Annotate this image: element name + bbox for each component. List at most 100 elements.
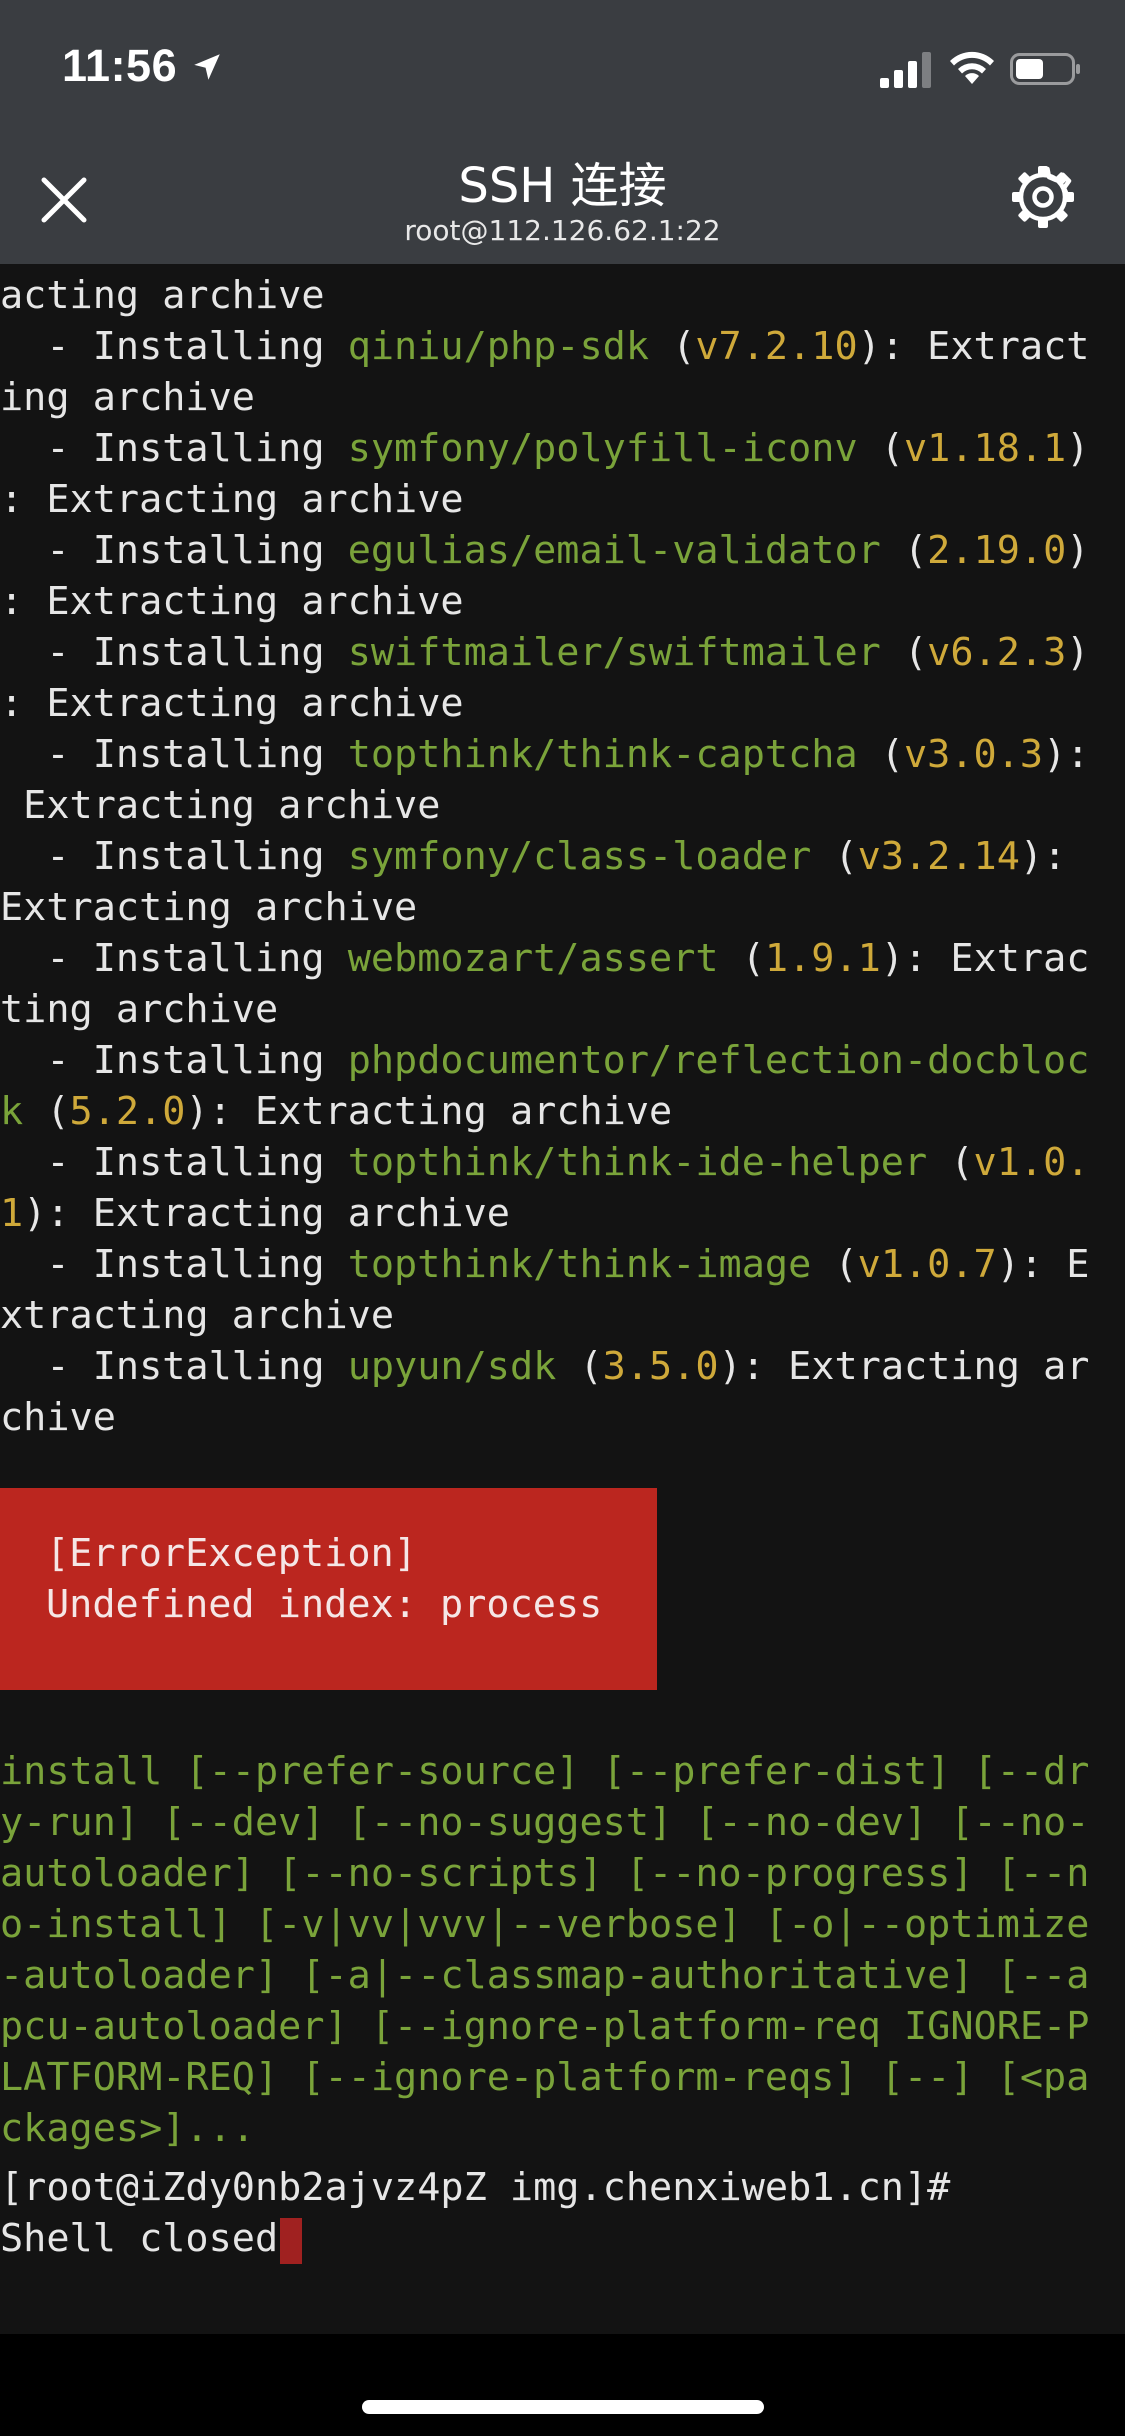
location-arrow-icon	[194, 54, 220, 80]
log-line: - Installing qiniu/php-sdk (v7.2.10): Ex…	[0, 321, 1089, 372]
log-line: - Installing egulias/email-validator (2.…	[0, 525, 1089, 576]
log-text: - Installing	[0, 936, 348, 981]
battery-icon	[1010, 53, 1080, 85]
log-text: Extracting archive	[0, 885, 418, 930]
log-text: - Installing	[0, 426, 348, 471]
gear-icon[interactable]	[1010, 164, 1076, 230]
log-text: ): Extracting archive	[185, 1089, 673, 1134]
log-line: acting archive	[0, 270, 325, 321]
log-text: )	[1066, 426, 1090, 471]
log-line: - Installing topthink/think-image (v1.0.…	[0, 1239, 1089, 1290]
shell-prompt: [root@iZdy0nb2ajvz4pZ img.chenxiweb1.cn]…	[0, 2165, 951, 2210]
log-line: - Installing swiftmailer/swiftmailer (v6…	[0, 627, 1089, 678]
package-version: 3.5.0	[602, 1344, 719, 1389]
log-line: 1): Extracting archive	[0, 1188, 510, 1239]
status-bar: 11:56	[0, 0, 1125, 140]
shell-closed-line: Shell closed	[0, 2213, 303, 2264]
log-text: - Installing	[0, 1038, 348, 1083]
package-version: 1	[0, 1191, 24, 1236]
log-line: - Installing upyun/sdk (3.5.0): Extracti…	[0, 1341, 1089, 1392]
log-text: ): Extrac	[880, 936, 1090, 981]
log-text: - Installing	[0, 528, 348, 573]
package-name: topthink/think-image	[347, 1242, 812, 1287]
log-line: - Installing phpdocumentor/reflection-do…	[0, 1035, 1089, 1086]
page-title: SSH 连接	[458, 158, 667, 214]
package-name: webmozart/assert	[347, 936, 719, 981]
log-text: (	[718, 936, 765, 981]
home-bar	[0, 2334, 1125, 2436]
log-text: (	[23, 1089, 70, 1134]
log-line: Extracting archive	[0, 882, 417, 933]
package-version: v1.0.7	[857, 1242, 997, 1287]
shell-closed-text: Shell closed	[0, 2216, 279, 2261]
log-text: (	[857, 426, 904, 471]
log-text: (	[880, 630, 928, 675]
log-text: (	[811, 834, 858, 879]
status-time: 11:56	[62, 40, 178, 91]
log-text: - Installing	[0, 834, 348, 879]
log-text: : Extracting archive	[0, 579, 464, 624]
log-line: - Installing symfony/class-loader (v3.2.…	[0, 831, 1066, 882]
package-name: qiniu/php-sdk	[347, 324, 650, 369]
terminal-output[interactable]: acting archive - Installing qiniu/php-sd…	[0, 264, 1125, 2334]
package-version: 2.19.0	[927, 528, 1067, 573]
log-text: : Extracting archive	[0, 681, 464, 726]
log-text: : Extracting archive	[0, 477, 464, 522]
log-text: )	[1066, 630, 1090, 675]
usage-line: o-install] [-v|vv|vvv|--verbose] [-o|--o…	[0, 1902, 1090, 1947]
package-version: v3.2.14	[857, 834, 1020, 879]
package-name: symfony/polyfill-iconv	[347, 426, 858, 471]
usage-line: -autoloader] [-a|--classmap-authoritativ…	[0, 1953, 1090, 1998]
log-text: ): Extract	[857, 324, 1090, 369]
log-text: (	[649, 324, 696, 369]
error-type: [ErrorException]	[46, 1531, 417, 1576]
usage-line: y-run] [--dev] [--no-suggest] [--no-dev]…	[0, 1800, 1090, 1845]
wifi-icon	[950, 51, 994, 84]
log-line: k (5.2.0): Extracting archive	[0, 1086, 672, 1137]
log-text: (	[927, 1140, 974, 1185]
package-version: v1.0.	[973, 1140, 1090, 1185]
log-text: - Installing	[0, 1140, 348, 1185]
log-text: ): Extracting archive	[23, 1191, 510, 1236]
package-name: egulias/email-validator	[347, 528, 881, 573]
usage-line: pcu-autoloader] [--ignore-platform-req I…	[0, 2004, 1090, 2049]
package-version: v1.18.1	[903, 426, 1067, 471]
log-line: - Installing symfony/polyfill-iconv (v1.…	[0, 423, 1089, 474]
package-name: phpdocumentor/reflection-docbloc	[347, 1038, 1090, 1083]
log-text: (	[857, 732, 904, 777]
log-text: ): Extracting ar	[718, 1344, 1090, 1389]
usage-line: LATFORM-REQ] [--ignore-platform-reqs] [-…	[0, 2055, 1090, 2100]
home-indicator[interactable]	[362, 2400, 764, 2414]
log-line: - Installing topthink/think-captcha (v3.…	[0, 729, 1089, 780]
log-text: ):	[1019, 834, 1067, 879]
package-name: topthink/think-captcha	[347, 732, 858, 777]
log-line: : Extracting archive	[0, 474, 464, 525]
usage-line: autoloader] [--no-scripts] [--no-progres…	[0, 1851, 1090, 1896]
package-version: 1.9.1	[764, 936, 881, 981]
package-name: symfony/class-loader	[347, 834, 812, 879]
connection-subtitle: root@112.126.62.1:22	[404, 214, 721, 247]
cellular-signal-icon	[880, 52, 931, 88]
log-text: - Installing	[0, 1242, 348, 1287]
log-text: - Installing	[0, 732, 348, 777]
log-line: chive	[0, 1392, 116, 1443]
log-text: (	[556, 1344, 603, 1389]
error-message: Undefined index: process	[46, 1582, 603, 1627]
log-text: ): E	[996, 1242, 1090, 1287]
package-name: topthink/think-ide-helper	[347, 1140, 928, 1185]
log-line: ting archive	[0, 984, 278, 1035]
package-name: k	[0, 1089, 24, 1134]
log-line: : Extracting archive	[0, 678, 464, 729]
log-line: Extracting archive	[0, 780, 440, 831]
log-text: - Installing	[0, 630, 348, 675]
log-line: : Extracting archive	[0, 576, 464, 627]
log-text: Extracting archive	[0, 783, 441, 828]
log-line: - Installing topthink/think-ide-helper (…	[0, 1137, 1089, 1188]
log-line: ing archive	[0, 372, 255, 423]
log-text: chive	[0, 1395, 116, 1440]
log-text: - Installing	[0, 1344, 348, 1389]
log-text: - Installing	[0, 324, 348, 369]
package-version: v3.0.3	[903, 732, 1044, 777]
log-text: (	[880, 528, 928, 573]
package-version: v6.2.3	[927, 630, 1067, 675]
